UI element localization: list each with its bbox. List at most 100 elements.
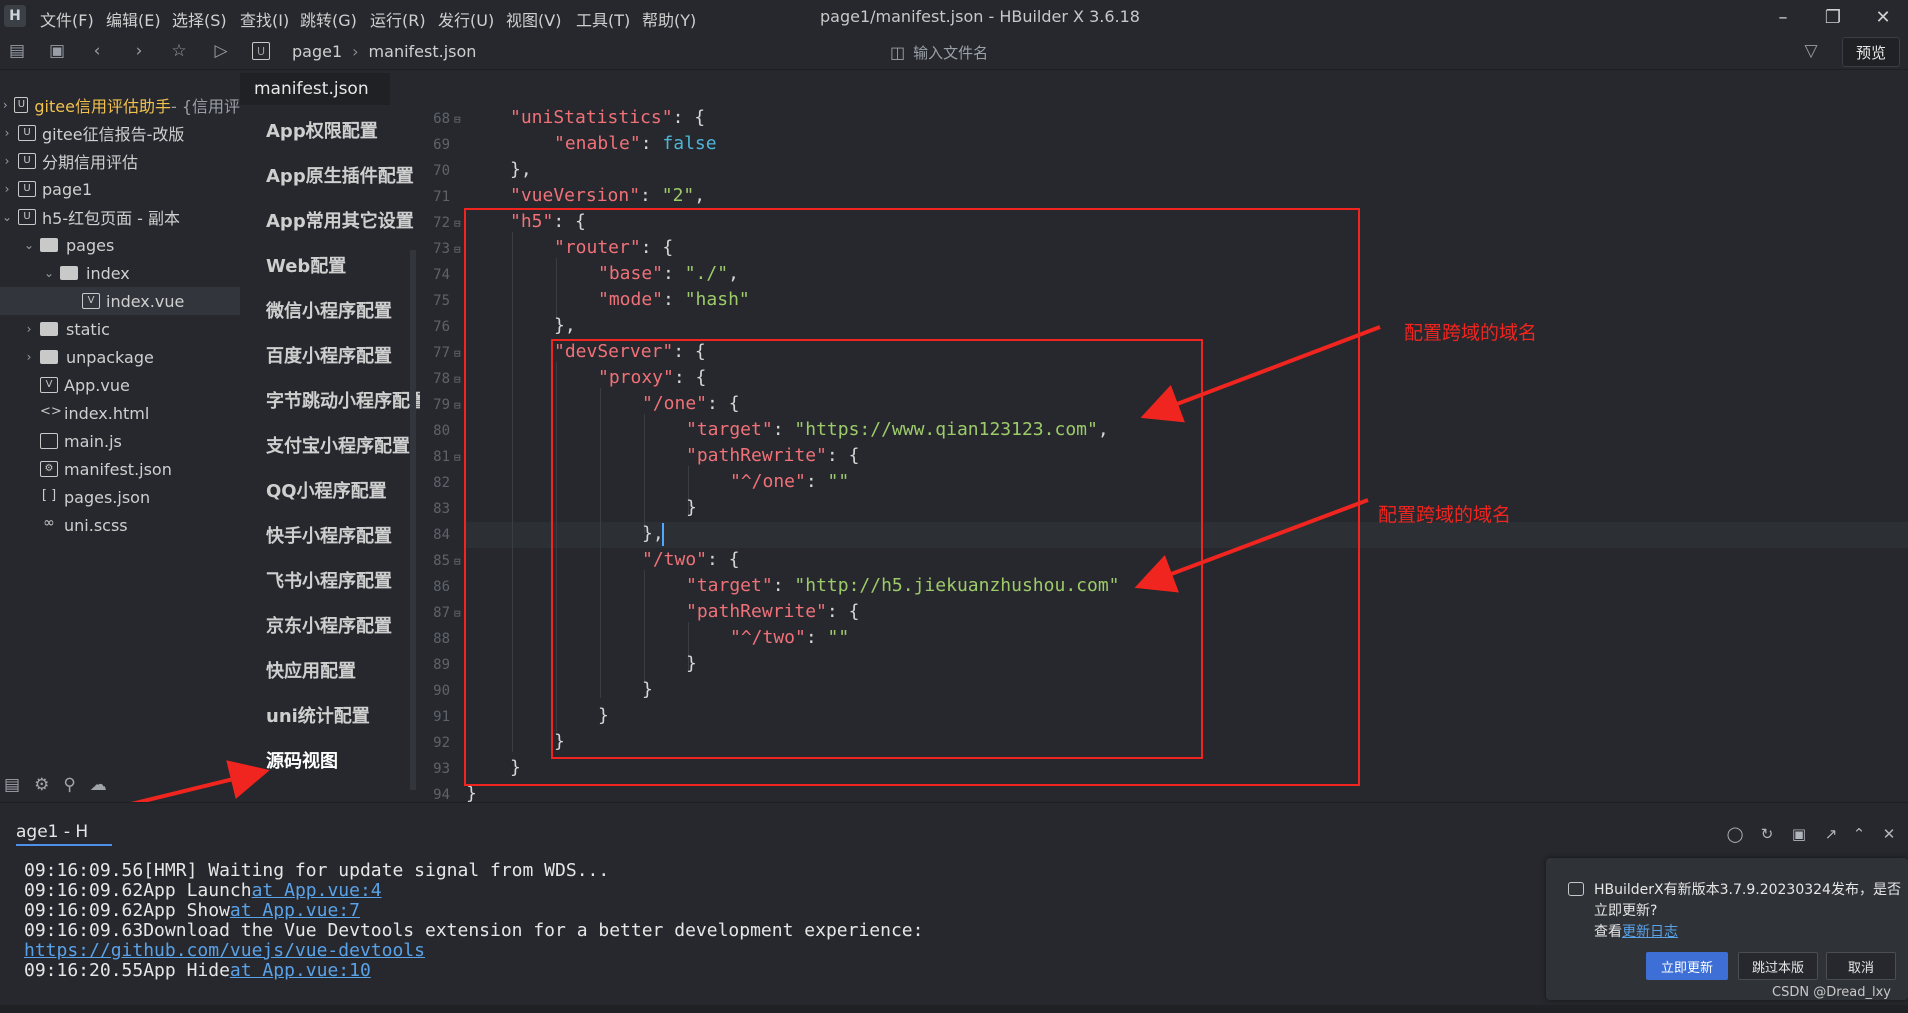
star-icon[interactable]: ☆ (168, 40, 190, 62)
tree-item-file[interactable]: V App.vue (0, 371, 240, 399)
fold-toggle-icon[interactable]: ⊟ (454, 373, 461, 386)
menu-file[interactable]: 文件(F) (40, 7, 94, 31)
code-line[interactable]: } (466, 783, 477, 804)
tree-item-project[interactable]: › Ugitee征信报告-改版 (0, 119, 240, 147)
new-file-icon[interactable]: ▤ (6, 40, 28, 62)
breadcrumb-file[interactable]: manifest.json (369, 42, 477, 61)
line-number: 69 (433, 137, 450, 153)
folder-icon (40, 350, 58, 364)
debug-bug-icon[interactable]: ⚙ (34, 775, 49, 795)
config-nav-app-native-plugins[interactable]: App原生插件配置 (266, 162, 420, 188)
git-icon[interactable]: ⚲ (63, 775, 75, 795)
tree-item-project[interactable]: › U 分期信用评估 (0, 147, 240, 175)
line-number: 70 (433, 163, 450, 179)
tree-item-file[interactable]: [ ] pages.json (0, 483, 240, 511)
notification-message: HBuilderX有新版本3.7.9.20230324发布，是否立即更新? (1594, 882, 1901, 919)
editor-tab-bar (240, 71, 1908, 105)
run-icon[interactable]: ▷ (210, 40, 232, 62)
cancel-button[interactable]: 取消 (1826, 952, 1896, 980)
close-icon[interactable]: ✕ (1860, 2, 1906, 32)
tree-item-file[interactable]: <> index.html (0, 399, 240, 427)
menu-publish[interactable]: 发行(U) (438, 7, 494, 31)
tree-item-folder[interactable]: ⌄ index (0, 259, 240, 287)
config-nav-web[interactable]: Web配置 (266, 252, 420, 278)
menu-view[interactable]: 视图(V) (506, 7, 561, 31)
menu-run[interactable]: 运行(R) (370, 7, 426, 31)
config-nav-quickapp[interactable]: 快应用配置 (266, 657, 420, 683)
back-arrow-icon[interactable]: ‹ (86, 40, 108, 62)
collapse-panel-icon[interactable]: ⌃ (1848, 824, 1870, 844)
config-nav-bytedance[interactable]: 字节跳动小程序配置 (266, 387, 420, 413)
minimize-icon[interactable]: – (1760, 2, 1806, 32)
tree-item-folder[interactable]: › static (0, 315, 240, 343)
plugin-icon[interactable]: ☁ (90, 775, 107, 795)
config-nav-baidu[interactable]: 百度小程序配置 (266, 342, 420, 368)
line-number: 85 (433, 553, 450, 569)
changelog-prefix: 查看 (1594, 924, 1622, 940)
close-panel-icon[interactable]: ✕ (1878, 824, 1900, 844)
fold-toggle-icon[interactable]: ⊟ (454, 451, 461, 464)
config-nav-app-other[interactable]: App常用其它设置 (266, 207, 420, 233)
console-source-link[interactable]: at App.vue:7 (230, 900, 360, 921)
tree-item-label: pages.json (64, 487, 151, 507)
config-nav-scrollbar[interactable] (410, 250, 416, 790)
tab-manifest-json[interactable]: manifest.json (240, 71, 390, 105)
config-nav-app-permissions[interactable]: App权限配置 (266, 117, 420, 143)
config-nav-qq[interactable]: QQ小程序配置 (266, 477, 420, 503)
fold-toggle-icon[interactable]: ⊟ (454, 113, 461, 126)
preview-button[interactable]: 预览 (1842, 37, 1900, 67)
config-nav-alipay[interactable]: 支付宝小程序配置 (266, 432, 420, 458)
tree-item-project[interactable]: ⌄ Uh5-红包页面 - 副本 (0, 203, 240, 231)
menu-help[interactable]: 帮助(Y) (642, 7, 696, 31)
save-icon[interactable]: ▣ (46, 40, 68, 62)
fold-toggle-icon[interactable]: ⊟ (454, 217, 461, 230)
clear-console-icon[interactable]: ▣ (1788, 824, 1810, 844)
code-line[interactable]: "enable": false (554, 133, 717, 154)
console-source-link[interactable]: at App.vue:4 (252, 880, 382, 901)
menu-goto[interactable]: 跳转(G) (300, 7, 357, 31)
forward-arrow-icon[interactable]: › (128, 40, 150, 62)
code-line[interactable]: }, (510, 159, 532, 180)
menu-tools[interactable]: 工具(T) (576, 7, 630, 31)
file-search-input[interactable]: ◫ 输入文件名 (890, 38, 1450, 66)
fold-toggle-icon[interactable]: ⊟ (454, 347, 461, 360)
restart-icon[interactable]: ↻ (1756, 824, 1778, 844)
skip-version-button[interactable]: 跳过本版 (1738, 952, 1818, 980)
menu-select[interactable]: 选择(S) (172, 7, 227, 31)
tree-item-project[interactable]: › Ugitee信用评估助手 - {信用评 (0, 91, 240, 119)
fold-toggle-icon[interactable]: ⊟ (454, 243, 461, 256)
menu-find[interactable]: 查找(I) (240, 7, 289, 31)
config-nav-jd[interactable]: 京东小程序配置 (266, 612, 420, 638)
tree-item-label: manifest.json (64, 459, 172, 479)
menu-edit[interactable]: 编辑(E) (106, 7, 161, 31)
tree-item-folder[interactable]: ⌄ pages (0, 231, 240, 259)
config-nav-source-view[interactable]: 源码视图 (266, 747, 420, 773)
explorer-icon[interactable]: ▤ (4, 775, 20, 795)
tree-item-file[interactable]: ⚙ manifest.json (0, 455, 240, 483)
restore-icon[interactable]: ❐ (1810, 2, 1856, 32)
code-line[interactable]: "uniStatistics": { (510, 107, 705, 128)
console-timestamp: 09:16:09.63 (24, 920, 144, 941)
tree-item-project[interactable]: › Upage1 (0, 175, 240, 203)
fold-toggle-icon[interactable]: ⊟ (454, 607, 461, 620)
changelog-link[interactable]: 更新日志 (1622, 924, 1678, 940)
filter-icon[interactable]: ▽ (1800, 40, 1822, 62)
config-nav-kuaishou[interactable]: 快手小程序配置 (266, 522, 420, 548)
tree-item-file[interactable]: ∞ uni.scss (0, 511, 240, 539)
console-source-link[interactable]: at App.vue:10 (230, 960, 371, 981)
open-external-icon[interactable]: ↗ (1820, 824, 1842, 844)
fold-toggle-icon[interactable]: ⊟ (454, 399, 461, 412)
stop-icon[interactable]: ◯ (1724, 824, 1746, 844)
code-line[interactable]: "vueVersion": "2", (510, 185, 705, 206)
config-nav-uni-stat[interactable]: uni统计配置 (266, 702, 420, 728)
fold-toggle-icon[interactable]: ⊟ (454, 555, 461, 568)
update-now-button[interactable]: 立即更新 (1646, 952, 1728, 980)
breadcrumb-project[interactable]: page1 (292, 42, 342, 61)
config-nav-weixin[interactable]: 微信小程序配置 (266, 297, 420, 323)
tree-item-file[interactable]: Vindex.vue (0, 287, 240, 315)
config-nav-feishu[interactable]: 飞书小程序配置 (266, 567, 420, 593)
tree-item-folder[interactable]: › unpackage (0, 343, 240, 371)
console-tab[interactable]: age1 - H (16, 822, 112, 846)
tree-item-file[interactable]: main.js (0, 427, 240, 455)
console-url-link[interactable]: https://github.com/vuejs/vue-devtools (24, 940, 425, 961)
